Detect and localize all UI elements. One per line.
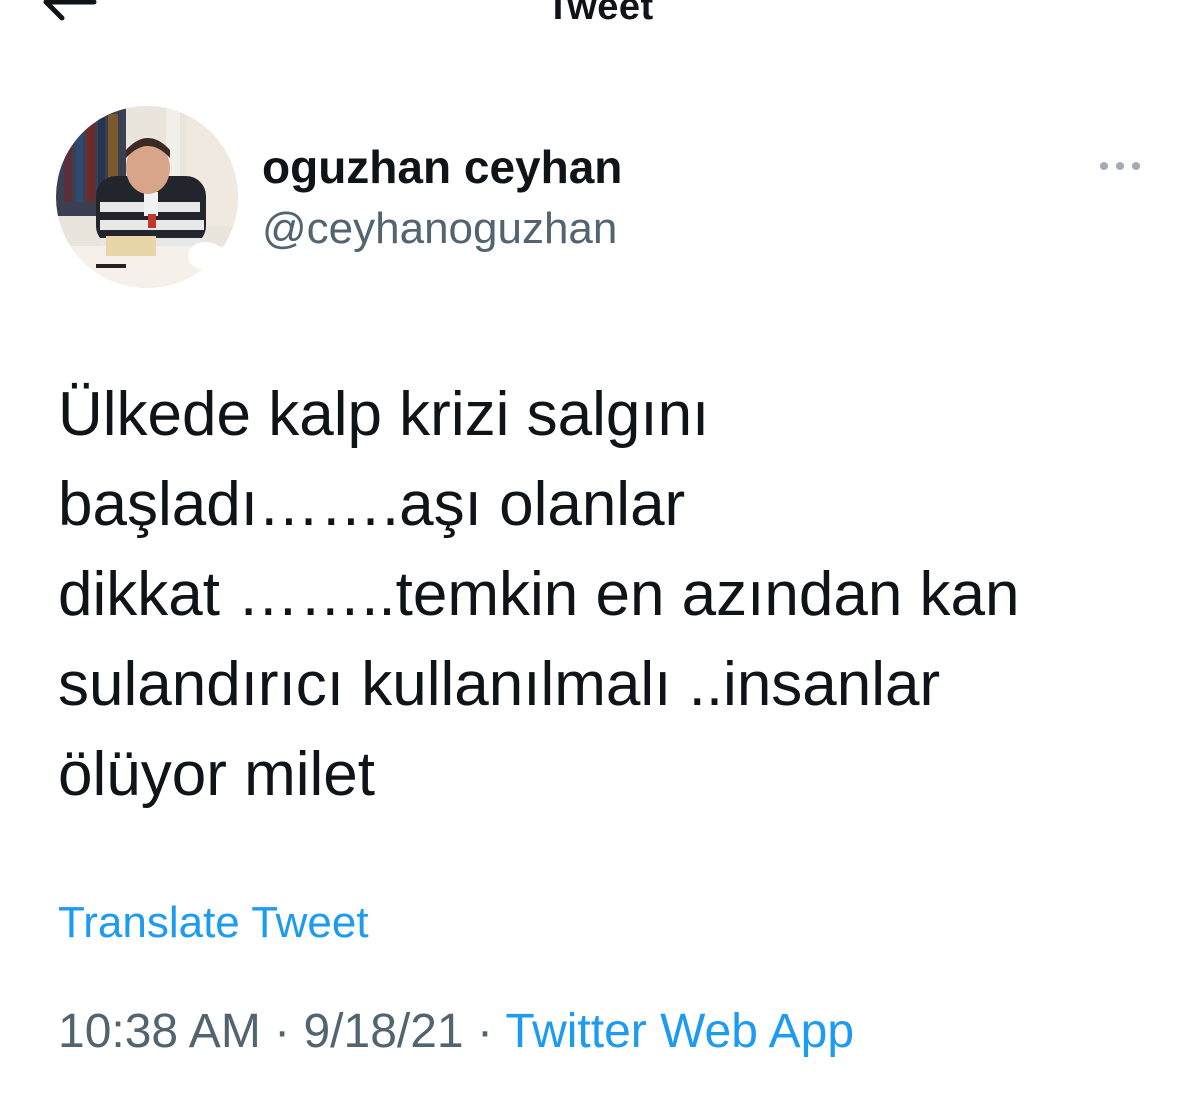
tweet-text: Ülkede kalp krizi salgını başladı…….aşı … xyxy=(58,370,1158,820)
tweet-text-line: Ülkede kalp krizi salgını xyxy=(58,380,710,449)
more-horizontal-icon xyxy=(1100,162,1140,170)
tweet-time: 10:38 AM xyxy=(58,1005,261,1058)
tweet-date: 9/18/21 xyxy=(303,1005,464,1058)
tweet-metadata: 10:38 AM · 9/18/21 · Twitter Web App xyxy=(58,1004,854,1059)
tweet-text-line: dikkat ……..temkin en azından kan xyxy=(58,560,1020,629)
page-title: Tweet xyxy=(546,0,654,28)
top-bar: Tweet xyxy=(0,0,1200,40)
tweet-text-line: sulandırıcı kullanılmalı ..insanlar xyxy=(58,650,941,719)
avatar[interactable] xyxy=(56,106,238,288)
meta-separator: · xyxy=(260,1005,304,1058)
profile-photo xyxy=(56,106,238,288)
tweet-text-line: başladı…….aşı olanlar xyxy=(58,470,686,539)
tweet-source-link[interactable]: Twitter Web App xyxy=(505,1005,854,1058)
author-handle[interactable]: @ceyhanoguzhan xyxy=(262,204,617,254)
author-display-name[interactable]: oguzhan ceyhan xyxy=(262,140,622,194)
translate-tweet-link[interactable]: Translate Tweet xyxy=(58,898,369,948)
tweet-text-line: ölüyor milet xyxy=(58,740,375,809)
more-options-button[interactable] xyxy=(1094,148,1146,184)
meta-separator: · xyxy=(463,1005,506,1058)
